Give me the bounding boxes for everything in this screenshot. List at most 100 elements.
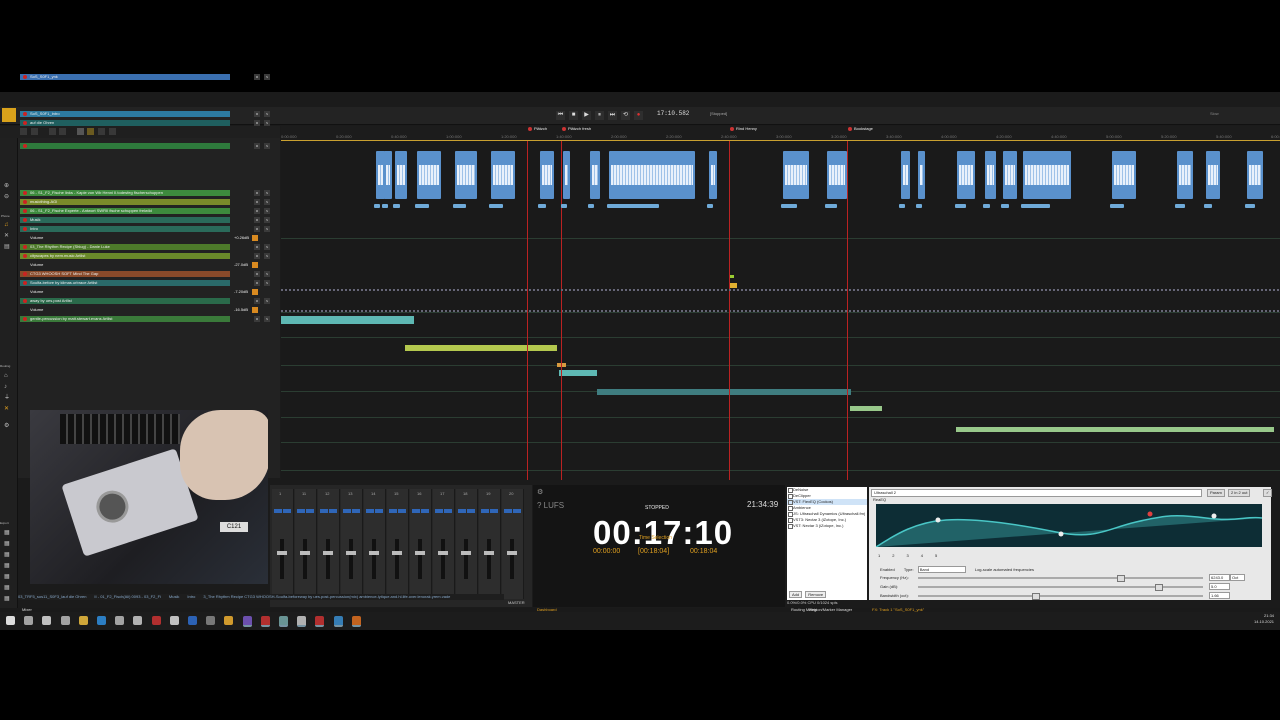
record-arm-icon[interactable] xyxy=(23,245,27,249)
fader-handle[interactable] xyxy=(507,551,517,555)
mute-button[interactable]: M xyxy=(254,316,260,322)
mixer-channel[interactable]: 18 xyxy=(456,489,478,599)
record-arm-icon[interactable] xyxy=(23,227,27,231)
fader-handle[interactable] xyxy=(461,551,471,555)
export2-icon[interactable]: ▦ xyxy=(4,541,11,547)
waveform-clip[interactable] xyxy=(609,151,695,199)
chapter-chip[interactable] xyxy=(983,204,990,208)
arrange-view[interactable] xyxy=(281,141,1280,480)
solo-button[interactable]: S xyxy=(264,199,270,205)
fx-button[interactable] xyxy=(320,509,328,513)
route-button[interactable] xyxy=(444,509,452,513)
remove-fx-button[interactable]: Remove xyxy=(805,591,827,598)
waveform-clip[interactable] xyxy=(491,151,515,199)
fx-icon[interactable] xyxy=(252,307,258,313)
track-name[interactable]: musicthing-AGI xyxy=(20,199,230,205)
route-button[interactable] xyxy=(306,509,314,513)
audio-clip-rhythm[interactable] xyxy=(405,345,557,351)
chapter-chip[interactable] xyxy=(1001,204,1010,208)
export1-icon[interactable]: ▦ xyxy=(4,530,11,536)
mixer-channel[interactable]: 16 xyxy=(410,489,432,599)
track-row[interactable]: 06 - S1_F2_Fische Experte - Antwort SWRI… xyxy=(20,208,276,214)
waveform-clip[interactable] xyxy=(1003,151,1017,199)
mixer-channel[interactable]: 19 xyxy=(479,489,501,599)
mixer-channel[interactable]: 1 xyxy=(272,489,294,599)
export4-icon[interactable]: ▦ xyxy=(4,563,11,569)
marker[interactable]: Plätzch xyxy=(528,126,549,132)
fx-button[interactable] xyxy=(435,509,443,513)
record-arm-icon[interactable] xyxy=(23,144,27,148)
record-arm-icon[interactable] xyxy=(23,121,27,125)
tool-b-icon[interactable] xyxy=(87,128,94,135)
record-icon[interactable]: ● xyxy=(634,111,643,120)
track-row[interactable]: 06 - S1_F2_Fische links - Kapie von Wb H… xyxy=(20,190,276,196)
tool-d-icon[interactable] xyxy=(109,128,116,135)
record-arm-icon[interactable] xyxy=(23,200,27,204)
track-name[interactable]: Volume xyxy=(20,289,140,295)
enabled-checkbox[interactable]: Enabled xyxy=(880,567,895,572)
chrome-icon[interactable] xyxy=(224,616,234,625)
loop-icon[interactable]: ⟲ xyxy=(621,111,630,120)
track-name[interactable]: 06 - S1_F2_Fische links - Kapie von Wb H… xyxy=(20,190,230,196)
track-name[interactable]: gentle-percussion by matt.stewart.evans … xyxy=(20,316,230,322)
record-arm-icon[interactable] xyxy=(23,299,27,303)
view-mode[interactable]: Slow xyxy=(1210,111,1219,116)
track-name[interactable] xyxy=(20,143,230,149)
waveform-clip[interactable] xyxy=(455,151,477,199)
fx-button[interactable] xyxy=(504,509,512,513)
fx-icon[interactable] xyxy=(252,262,258,268)
chapter-chip[interactable] xyxy=(393,204,401,208)
track-name[interactable]: CTG3 WHOOSH SOFT Mind The Gap xyxy=(20,271,230,277)
chapter-chip[interactable] xyxy=(374,204,380,208)
route-button[interactable] xyxy=(329,509,337,513)
route-button[interactable] xyxy=(283,509,291,513)
chapter-chip[interactable] xyxy=(588,204,594,208)
app1-icon[interactable] xyxy=(151,616,161,625)
chapter-chip[interactable] xyxy=(607,204,659,208)
mixer-channel[interactable]: 14 xyxy=(364,489,386,599)
track-row[interactable]: Volume -16.5dB xyxy=(20,307,276,313)
app9-icon[interactable] xyxy=(333,616,343,627)
chapter-chip[interactable] xyxy=(825,204,837,208)
track-row[interactable]: 03_The Rhythm Recipe (Shlug) - Danie Luk… xyxy=(20,244,276,250)
app3-icon[interactable] xyxy=(206,616,216,625)
chapter-chip[interactable] xyxy=(382,204,388,208)
route2-icon[interactable]: ♪ xyxy=(4,384,11,390)
app7-icon[interactable] xyxy=(297,616,307,627)
bandwidth-slider[interactable] xyxy=(918,595,1203,597)
solo-button[interactable]: S xyxy=(264,190,270,196)
fx-button[interactable] xyxy=(343,509,351,513)
channel-fader[interactable] xyxy=(464,539,468,579)
waveform-clip[interactable] xyxy=(901,151,910,199)
record-arm-icon[interactable] xyxy=(23,191,27,195)
waveform-clip[interactable] xyxy=(957,151,975,199)
waveform-clip[interactable] xyxy=(563,151,570,199)
mixer-channel[interactable]: 20 xyxy=(502,489,524,599)
band-tab[interactable]: 3 xyxy=(906,553,908,558)
mute-button[interactable]: M xyxy=(254,271,260,277)
audio-clip-gentle[interactable] xyxy=(956,427,1274,432)
search-icon[interactable] xyxy=(24,616,34,625)
merge-icon[interactable] xyxy=(59,128,66,135)
fader-handle[interactable] xyxy=(369,551,379,555)
track-row[interactable]: away by ues.post Artlist M S xyxy=(20,298,276,304)
export6-icon[interactable]: ▦ xyxy=(4,585,11,591)
record-arm-icon[interactable] xyxy=(23,317,27,321)
bandwidth-value[interactable]: 1.66 xyxy=(1209,592,1230,599)
track-chip[interactable]: II - 01_F2_Fisch(Ali) 0093 - 03_F2_Fi xyxy=(94,594,160,599)
io-button[interactable]: 2 in 2 out xyxy=(1228,489,1251,497)
marker[interactable]: Bookstage xyxy=(848,126,875,132)
route5-icon[interactable]: ⚙ xyxy=(4,423,11,429)
track-name[interactable]: SoS_S0F1_Intro xyxy=(20,111,230,117)
headphone-icon[interactable]: ♫ xyxy=(4,222,11,228)
track-chip[interactable]: Intro xyxy=(187,594,195,599)
fx-icon[interactable] xyxy=(252,235,258,241)
record-arm-icon[interactable] xyxy=(23,281,27,285)
track-row[interactable]: musicthing-AGI M S xyxy=(20,199,276,205)
record-arm-icon[interactable] xyxy=(23,218,27,222)
export7-icon[interactable]: ▦ xyxy=(4,596,11,602)
track-chip[interactable]: 3_The Rhythm Recipe CTG3 WHOOSH-Soulfa-b… xyxy=(203,594,450,599)
solo-button[interactable]: S xyxy=(264,298,270,304)
split-icon[interactable] xyxy=(49,128,56,135)
mute-button[interactable]: M xyxy=(254,253,260,259)
